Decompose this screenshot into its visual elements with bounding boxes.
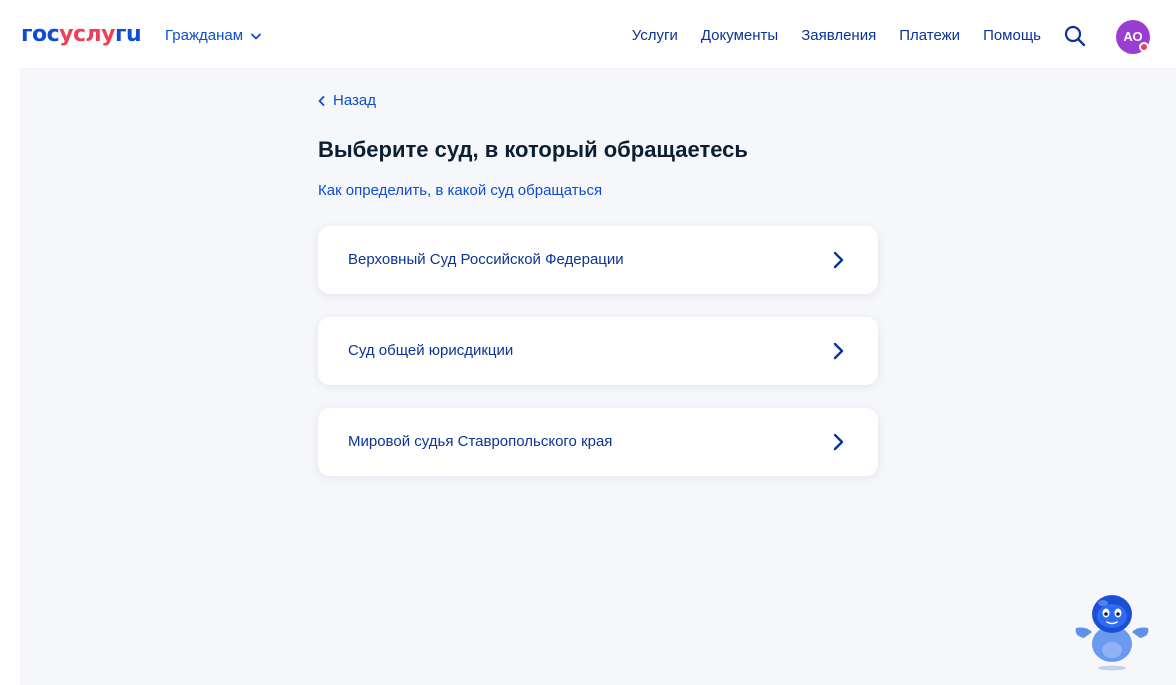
nav-applications[interactable]: Заявления — [801, 26, 876, 46]
chevron-right-icon — [833, 342, 844, 360]
nav-payments[interactable]: Платежи — [899, 26, 960, 46]
robot-assistant-icon[interactable] — [1070, 592, 1154, 672]
option-label: Суд общей юрисдикции — [348, 342, 514, 359]
gosuslugi-logo[interactable]: госуслугu — [21, 22, 142, 48]
nav-help[interactable]: Помощь — [983, 26, 1041, 46]
option-label: Верховный Суд Российской Федерации — [348, 251, 624, 268]
chevron-down-icon — [251, 33, 261, 39]
chevron-right-icon — [833, 433, 844, 451]
audience-dropdown[interactable]: Гражданам — [165, 26, 261, 46]
top-nav: Услуги Документы Заявления Платежи Помощ… — [632, 26, 1041, 46]
option-magistrate[interactable]: Мировой судья Ставропольского края — [318, 408, 878, 476]
chevron-right-icon — [833, 251, 844, 269]
logo-part-gi: гu — [115, 22, 142, 47]
page-title: Выберите суд, в который обращаетесь — [318, 137, 748, 162]
court-help-link[interactable]: Как определить, в какой суд обращаться — [318, 182, 602, 200]
logo-part-gos: гос — [21, 22, 60, 47]
logo-part-uslu: услу — [59, 22, 115, 47]
nav-services[interactable]: Услуги — [632, 26, 678, 46]
notification-dot — [1139, 42, 1149, 52]
site-header: госуслугu Гражданам Услуги Документы Зая… — [0, 0, 1176, 68]
chevron-left-icon — [318, 96, 325, 106]
option-label: Мировой судья Ставропольского края — [348, 433, 613, 450]
option-supreme-court[interactable]: Верховный Суд Российской Федерации — [318, 226, 878, 294]
audience-label: Гражданам — [165, 27, 244, 44]
page: госуслугu Гражданам Услуги Документы Зая… — [0, 0, 1176, 685]
back-link[interactable]: Назад — [318, 92, 376, 110]
back-label: Назад — [333, 92, 376, 109]
nav-documents[interactable]: Документы — [701, 26, 778, 46]
search-icon[interactable] — [1063, 24, 1087, 48]
option-general-court[interactable]: Суд общей юрисдикции — [318, 317, 878, 385]
